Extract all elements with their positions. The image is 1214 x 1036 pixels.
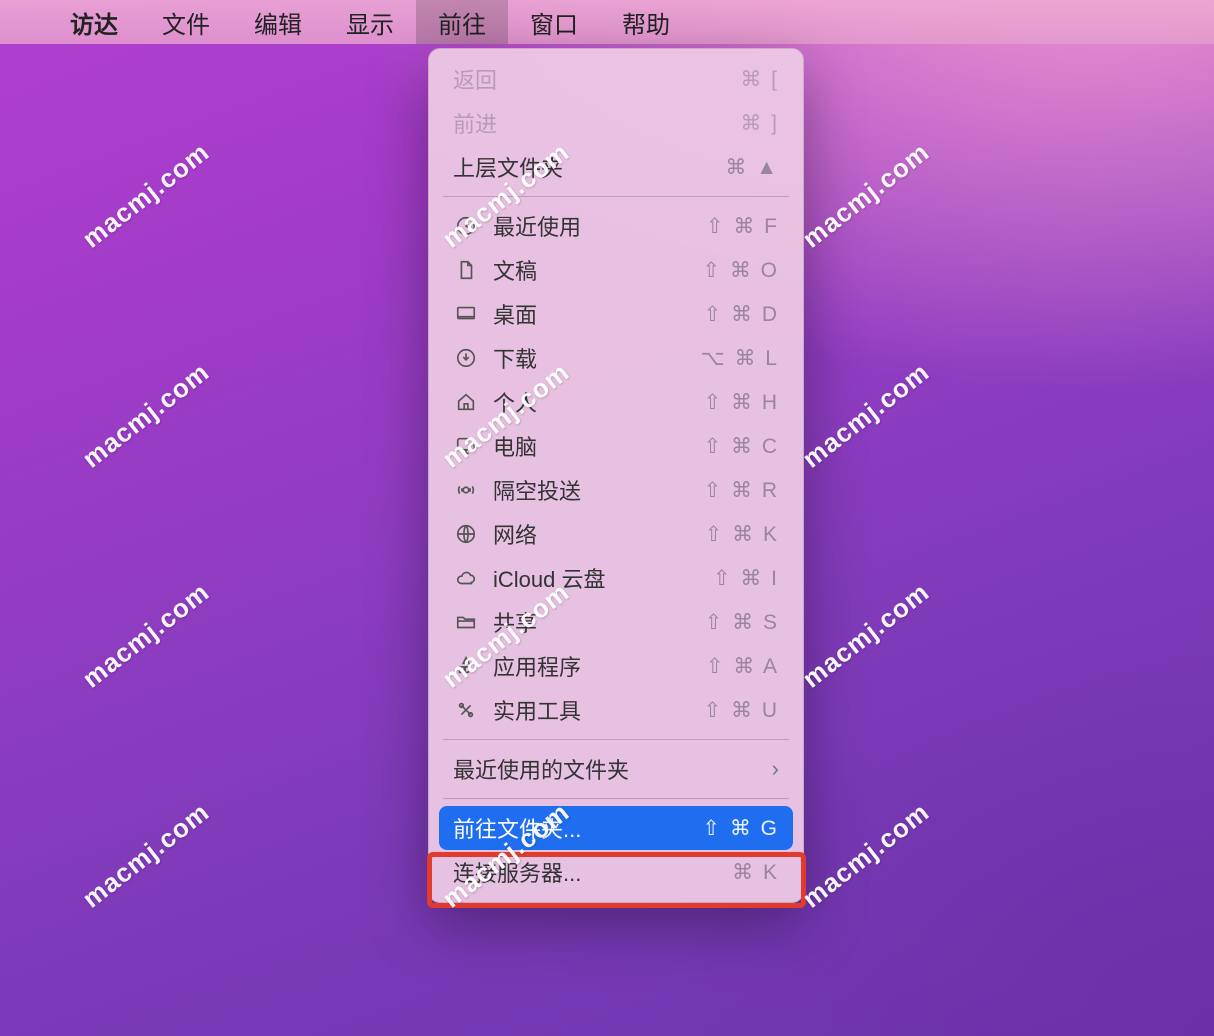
label: 连接服务器... bbox=[453, 856, 683, 888]
separator bbox=[443, 739, 789, 740]
label: iCloud 云盘 bbox=[493, 562, 683, 594]
watermark: macmj.com bbox=[797, 356, 936, 474]
menubar-item-go[interactable]: 前往 bbox=[416, 0, 508, 44]
label: 实用工具 bbox=[493, 694, 683, 726]
label: 个人 bbox=[493, 386, 683, 418]
cloud-icon bbox=[453, 565, 479, 591]
menu-item-downloads[interactable]: 下载 ⌥ ⌘ L bbox=[429, 336, 803, 380]
menu-item-shared[interactable]: 共享 ⇧ ⌘ S bbox=[429, 600, 803, 644]
chevron-right-icon: › bbox=[772, 756, 779, 782]
watermark: macmj.com bbox=[77, 136, 216, 254]
desktop-icon bbox=[453, 301, 479, 327]
label: 下载 bbox=[493, 342, 683, 374]
menu-item-documents[interactable]: 文稿 ⇧ ⌘ O bbox=[429, 248, 803, 292]
menu-item-network[interactable]: 网络 ⇧ ⌘ K bbox=[429, 512, 803, 556]
watermark: macmj.com bbox=[797, 136, 936, 254]
shortcut: ⇧ ⌘ S bbox=[683, 610, 779, 635]
shortcut: ⇧ ⌘ D bbox=[683, 302, 779, 327]
menubar-item-file[interactable]: 文件 bbox=[140, 0, 232, 44]
menubar-item-window[interactable]: 窗口 bbox=[508, 0, 600, 44]
go-menu-dropdown: 返回 ⌘ [ 前进 ⌘ ] 上层文件夹 ⌘ ▲ 最近使用 ⇧ ⌘ F 文稿 ⇧ … bbox=[428, 48, 804, 903]
globe-icon bbox=[453, 521, 479, 547]
shortcut: ⇧ ⌘ I bbox=[683, 566, 779, 591]
label: 前进 bbox=[453, 107, 683, 139]
menu-item-icloud[interactable]: iCloud 云盘 ⇧ ⌘ I bbox=[429, 556, 803, 600]
shortcut: ⇧ ⌘ A bbox=[683, 654, 779, 679]
label: 网络 bbox=[493, 518, 683, 550]
menu-item-enclosing-folder[interactable]: 上层文件夹 ⌘ ▲ bbox=[429, 145, 803, 189]
label: 最近使用的文件夹 bbox=[453, 753, 772, 785]
menu-item-applications[interactable]: 应用程序 ⇧ ⌘ A bbox=[429, 644, 803, 688]
shortcut: ⇧ ⌘ F bbox=[683, 214, 779, 239]
menubar-app-name[interactable]: 访达 bbox=[48, 0, 140, 44]
menu-item-forward: 前进 ⌘ ] bbox=[429, 101, 803, 145]
menu-item-go-to-folder[interactable]: 前往文件夹... ⇧ ⌘ G bbox=[439, 806, 793, 850]
watermark: macmj.com bbox=[797, 796, 936, 914]
label: 返回 bbox=[453, 63, 683, 95]
menu-item-desktop[interactable]: 桌面 ⇧ ⌘ D bbox=[429, 292, 803, 336]
watermark: macmj.com bbox=[797, 576, 936, 694]
menubar-item-view[interactable]: 显示 bbox=[324, 0, 416, 44]
menu-item-recents[interactable]: 最近使用 ⇧ ⌘ F bbox=[429, 204, 803, 248]
label: 上层文件夹 bbox=[453, 151, 683, 183]
home-icon bbox=[453, 389, 479, 415]
shortcut: ⌘ ] bbox=[683, 111, 779, 136]
folder-icon bbox=[453, 609, 479, 635]
menu-item-airdrop[interactable]: 隔空投送 ⇧ ⌘ R bbox=[429, 468, 803, 512]
label: 前往文件夹... bbox=[453, 812, 683, 844]
shortcut: ⌥ ⌘ L bbox=[683, 346, 779, 371]
document-icon bbox=[453, 257, 479, 283]
display-icon bbox=[453, 433, 479, 459]
separator bbox=[443, 196, 789, 197]
airdrop-icon bbox=[453, 477, 479, 503]
shortcut: ⌘ [ bbox=[683, 67, 779, 92]
shortcut: ⇧ ⌘ C bbox=[683, 434, 779, 459]
label: 应用程序 bbox=[493, 650, 683, 682]
shortcut: ⇧ ⌘ O bbox=[683, 258, 779, 283]
label: 隔空投送 bbox=[493, 474, 683, 506]
separator bbox=[443, 798, 789, 799]
shortcut: ⇧ ⌘ G bbox=[683, 816, 779, 841]
shortcut: ⌘ K bbox=[683, 860, 779, 885]
apps-icon bbox=[453, 653, 479, 679]
shortcut: ⇧ ⌘ K bbox=[683, 522, 779, 547]
menu-item-recent-folders[interactable]: 最近使用的文件夹 › bbox=[429, 747, 803, 791]
shortcut: ⇧ ⌘ U bbox=[683, 698, 779, 723]
menu-item-utilities[interactable]: 实用工具 ⇧ ⌘ U bbox=[429, 688, 803, 732]
label: 共享 bbox=[493, 606, 683, 638]
menu-item-computer[interactable]: 电脑 ⇧ ⌘ C bbox=[429, 424, 803, 468]
label: 文稿 bbox=[493, 254, 683, 286]
menu-item-connect-server[interactable]: 连接服务器... ⌘ K bbox=[429, 850, 803, 894]
label: 电脑 bbox=[493, 430, 683, 462]
download-icon bbox=[453, 345, 479, 371]
watermark: macmj.com bbox=[77, 576, 216, 694]
shortcut: ⇧ ⌘ R bbox=[683, 478, 779, 503]
label: 最近使用 bbox=[493, 210, 683, 242]
shortcut: ⌘ ▲ bbox=[683, 155, 779, 180]
menu-item-home[interactable]: 个人 ⇧ ⌘ H bbox=[429, 380, 803, 424]
menubar-item-help[interactable]: 帮助 bbox=[600, 0, 692, 44]
label: 桌面 bbox=[493, 298, 683, 330]
menu-item-back: 返回 ⌘ [ bbox=[429, 57, 803, 101]
menubar-item-edit[interactable]: 编辑 bbox=[232, 0, 324, 44]
clock-icon bbox=[453, 213, 479, 239]
utilities-icon bbox=[453, 697, 479, 723]
menubar: 访达 文件 编辑 显示 前往 窗口 帮助 bbox=[0, 0, 1214, 44]
watermark: macmj.com bbox=[77, 356, 216, 474]
watermark: macmj.com bbox=[77, 796, 216, 914]
shortcut: ⇧ ⌘ H bbox=[683, 390, 779, 415]
